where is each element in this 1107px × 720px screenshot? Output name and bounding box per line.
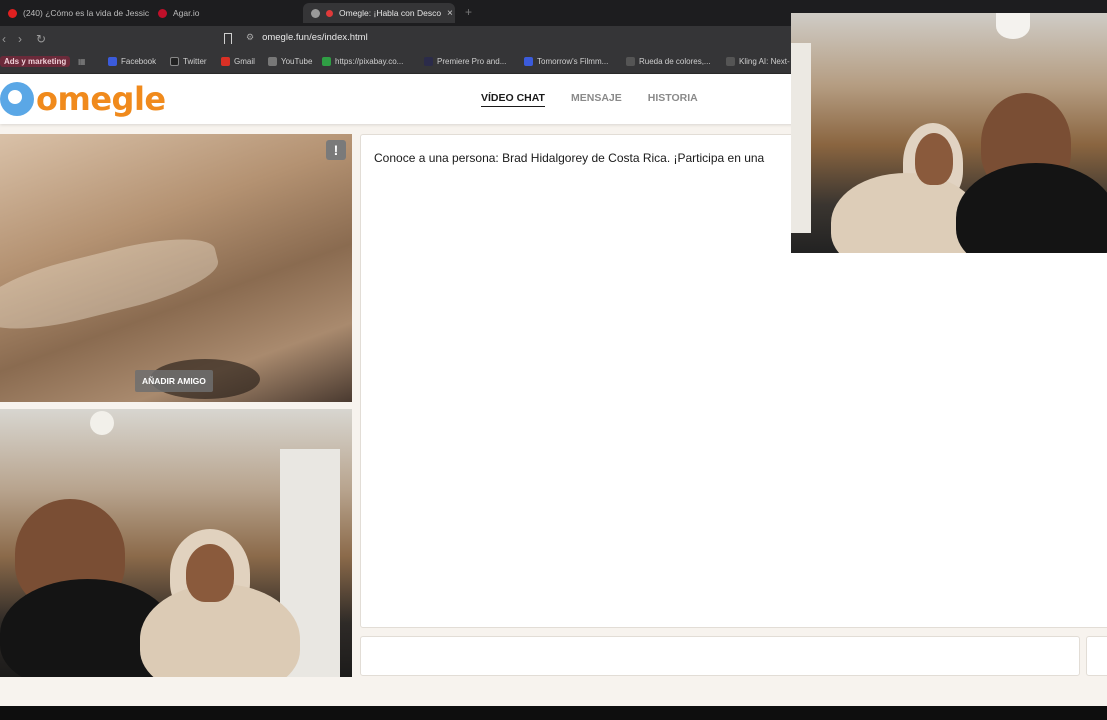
bookmark-item[interactable]: Kling AI: Next- bbox=[726, 57, 790, 66]
tab-agario[interactable]: Agar.io bbox=[150, 3, 300, 23]
apps-grid-icon[interactable]: ▦ bbox=[78, 57, 86, 66]
pixabay-icon bbox=[322, 57, 331, 66]
person-face bbox=[915, 133, 953, 185]
bookmark-item[interactable]: Facebook bbox=[108, 57, 156, 66]
video-blur bbox=[0, 225, 224, 343]
system-message: Conoce a una persona: Brad Hidalgorey de… bbox=[374, 151, 765, 165]
agario-icon bbox=[158, 8, 167, 18]
globe-icon bbox=[311, 8, 320, 18]
chat-input[interactable] bbox=[360, 636, 1080, 676]
filmmakers-icon bbox=[524, 57, 533, 66]
bookmark-item[interactable]: YouTube bbox=[268, 57, 312, 66]
forward-icon[interactable]: › bbox=[18, 32, 22, 46]
url-field[interactable]: ⚙ omegle.fun/es/index.html bbox=[246, 32, 368, 43]
back-icon[interactable]: ‹ bbox=[2, 32, 6, 46]
logo-text: omegle bbox=[36, 80, 166, 118]
omegle-logo-icon bbox=[0, 82, 34, 116]
webcam-overlay bbox=[791, 13, 1107, 253]
gmail-icon bbox=[221, 57, 230, 66]
bookmark-item[interactable]: Gmail bbox=[221, 57, 255, 66]
bookmark-item[interactable]: Rueda de colores,... bbox=[626, 57, 711, 66]
bookmark-folder[interactable]: Ads y marketing bbox=[0, 56, 71, 67]
add-friend-button[interactable]: AÑADIR AMIGO bbox=[135, 370, 213, 392]
url-text: omegle.fun/es/index.html bbox=[262, 32, 368, 43]
tab-youtube[interactable]: (240) ¿Cómo es la vida de Jessic bbox=[0, 3, 150, 23]
nav-message[interactable]: MENSAJE bbox=[571, 92, 622, 107]
site-nav: VÍDEO CHAT MENSAJE HISTORIA bbox=[481, 92, 698, 107]
bookmark-item[interactable]: https://pixabay.co... bbox=[322, 57, 403, 66]
site-settings-icon[interactable]: ⚙ bbox=[246, 32, 254, 43]
bookmark-item[interactable]: Tomorrow's Filmm... bbox=[524, 57, 608, 66]
person-body bbox=[956, 163, 1107, 253]
facebook-icon bbox=[108, 57, 117, 66]
kling-icon bbox=[726, 57, 735, 66]
reload-icon[interactable]: ↻ bbox=[36, 32, 46, 46]
stranger-video: ! AÑADIR AMIGO bbox=[0, 134, 352, 402]
globe-icon bbox=[268, 57, 277, 66]
close-tab-icon[interactable]: × bbox=[447, 8, 453, 19]
nav-history[interactable]: HISTORIA bbox=[648, 92, 698, 107]
ceiling-lamp bbox=[996, 13, 1030, 39]
x-twitter-icon bbox=[170, 57, 179, 66]
self-video bbox=[0, 409, 352, 677]
premiere-icon bbox=[424, 57, 433, 66]
tab-label: Agar.io bbox=[173, 8, 200, 18]
ceiling-lamp bbox=[90, 411, 114, 435]
window-light bbox=[791, 43, 811, 233]
recording-icon bbox=[326, 9, 333, 17]
tab-label: (240) ¿Cómo es la vida de Jessic bbox=[23, 8, 150, 18]
new-tab-button[interactable]: + bbox=[465, 5, 472, 19]
report-button[interactable]: ! bbox=[326, 140, 346, 160]
person-face bbox=[186, 544, 234, 602]
bottom-strip bbox=[0, 706, 1107, 720]
youtube-icon bbox=[8, 8, 17, 18]
bookmark-item[interactable]: Premiere Pro and... bbox=[424, 57, 506, 66]
tab-omegle[interactable]: Omegle: ¡Habla con Desco × bbox=[303, 3, 455, 23]
bookmark-item[interactable]: Twitter bbox=[170, 57, 207, 66]
nav-video-chat[interactable]: VÍDEO CHAT bbox=[481, 92, 545, 107]
tab-label: Omegle: ¡Habla con Desco bbox=[339, 8, 442, 18]
send-button[interactable] bbox=[1086, 636, 1107, 676]
bookmark-icon[interactable] bbox=[224, 33, 232, 44]
color-wheel-icon bbox=[626, 57, 635, 66]
omegle-logo[interactable]: omegle bbox=[0, 80, 166, 118]
